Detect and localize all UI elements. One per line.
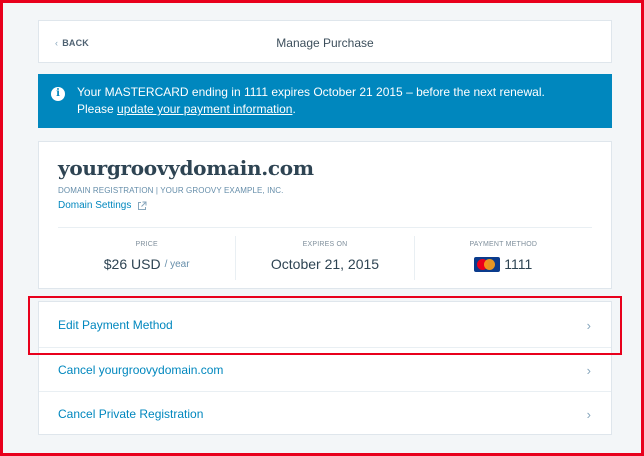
option-label: Cancel Private Registration: [58, 406, 204, 421]
update-payment-link[interactable]: update your payment information: [117, 102, 292, 116]
notice-prefix: Please: [77, 102, 118, 116]
payment-method-value-row: 1111: [415, 256, 592, 272]
option-label: Cancel yourgroovydomain.com: [58, 362, 224, 377]
expires-stat: EXPIRES ON October 21, 2015: [235, 236, 413, 280]
domain-settings-link[interactable]: Domain Settings: [58, 200, 147, 211]
purchase-stats: PRICE $26 USD / year EXPIRES ON October …: [58, 236, 592, 280]
payment-method-label: PAYMENT METHOD: [469, 241, 538, 248]
expiration-notice: i Your MASTERCARD ending in 1111 expires…: [38, 74, 612, 128]
cancel-private-registration-button[interactable]: Cancel Private Registration ›: [39, 391, 611, 435]
chevron-right-icon: ›: [586, 362, 591, 378]
page-title: Manage Purchase: [276, 35, 374, 50]
chevron-right-icon: ›: [586, 406, 591, 422]
purchase-options: Edit Payment Method › Cancel yourgroovyd…: [38, 301, 612, 435]
domain-name: yourgroovydomain.com: [58, 156, 314, 180]
expires-label: EXPIRES ON: [302, 241, 348, 248]
price-value-row: $26 USD / year: [58, 256, 235, 272]
chevron-right-icon: ›: [586, 317, 591, 333]
domain-subtitle: DOMAIN REGISTRATION | YOUR GROOVY EXAMPL…: [58, 186, 284, 195]
price-stat: PRICE $26 USD / year: [58, 236, 235, 280]
screenshot-frame: ‹ BACK Manage Purchase i Your MASTERCARD…: [0, 0, 644, 456]
expires-value: October 21, 2015: [270, 256, 380, 272]
external-link-icon: [137, 201, 147, 211]
domain-card: yourgroovydomain.com DOMAIN REGISTRATION…: [38, 141, 612, 289]
expires-value-row: October 21, 2015: [236, 256, 413, 272]
edit-payment-method-button[interactable]: Edit Payment Method ›: [39, 303, 611, 347]
payment-method-stat: PAYMENT METHOD 1111: [413, 236, 592, 280]
price-label: PRICE: [135, 241, 158, 248]
divider: [58, 227, 592, 228]
domain-settings-label: Domain Settings: [58, 200, 132, 211]
mastercard-icon: [474, 256, 501, 272]
notice-text-line2: Please update your payment information.: [77, 102, 296, 117]
page-header: ‹ BACK Manage Purchase: [38, 20, 612, 63]
payment-method-value: 1111: [504, 256, 533, 272]
price-value: $26 USD: [103, 256, 161, 272]
notice-text: Your MASTERCARD ending in 1111 expires O…: [77, 85, 545, 99]
notice-suffix: .: [292, 102, 296, 116]
info-icon: i: [51, 87, 65, 101]
price-period: / year: [164, 258, 190, 270]
option-label: Edit Payment Method: [58, 318, 173, 332]
cancel-domain-button[interactable]: Cancel yourgroovydomain.com ›: [39, 347, 611, 391]
